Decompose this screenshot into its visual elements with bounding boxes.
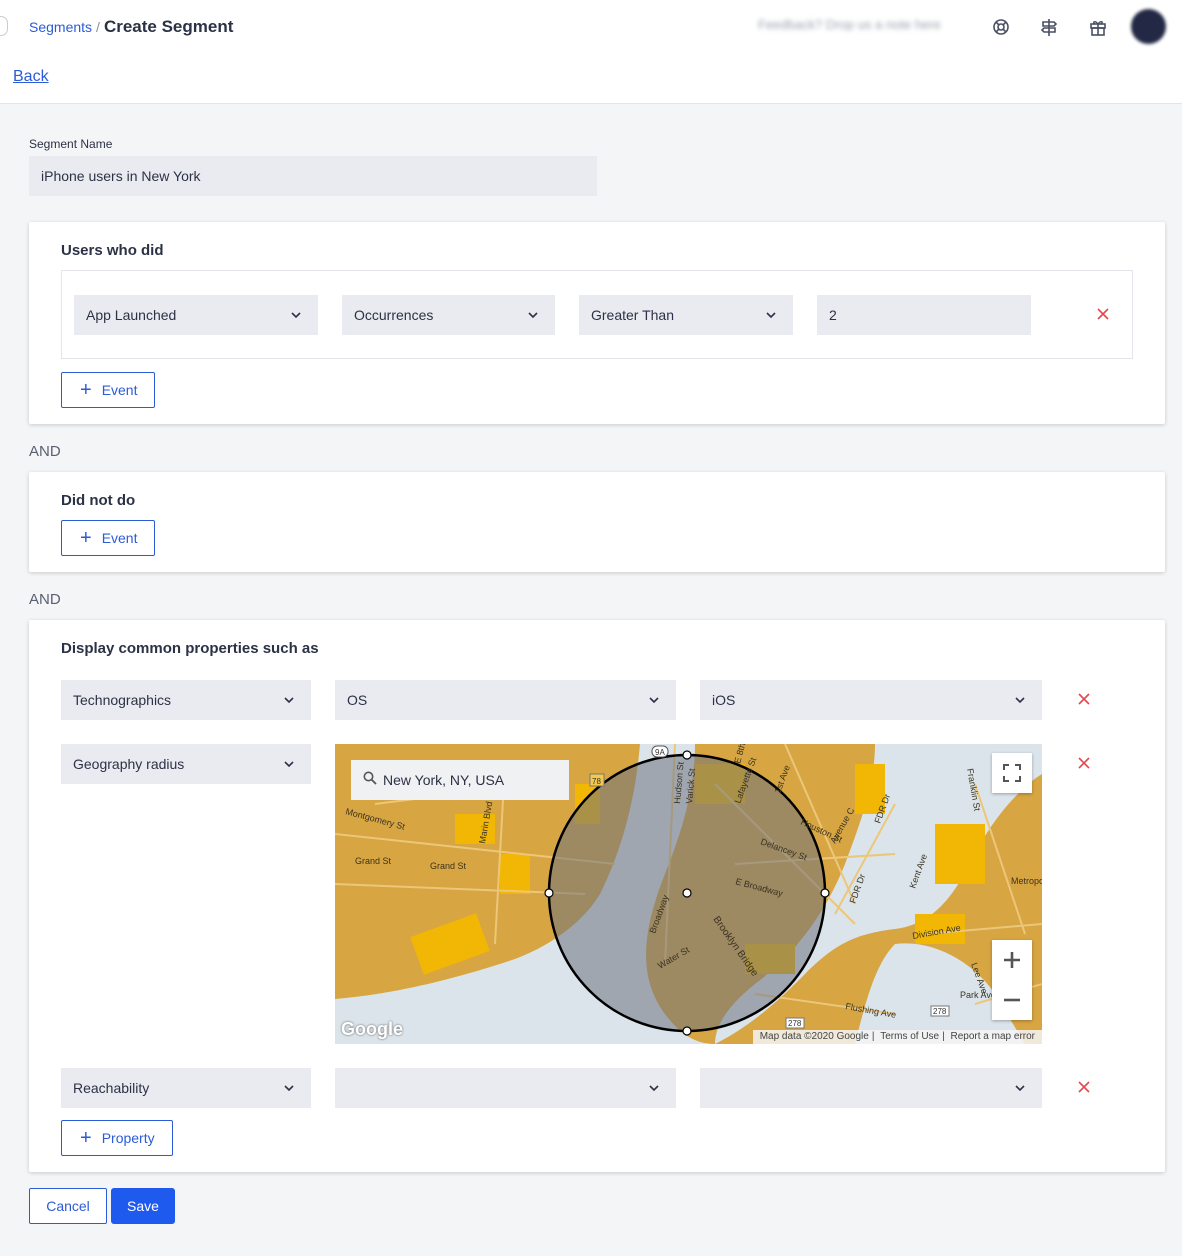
properties-title: Display common properties such as: [61, 640, 319, 657]
fullscreen-icon: [1003, 764, 1021, 782]
property-category-value: Technographics: [73, 692, 172, 708]
sidebar-toggle[interactable]: [0, 16, 8, 36]
map-label: Grand St: [355, 856, 392, 866]
add-event-button[interactable]: + Event: [61, 372, 155, 408]
users-who-did-title: Users who did: [61, 242, 164, 259]
add-property-label: Property: [101, 1130, 155, 1146]
zoom-controls: [992, 940, 1032, 1020]
map-search-value: New York, NY, USA: [383, 772, 505, 788]
map-label: Montgomery St: [344, 806, 406, 832]
zoom-in-icon[interactable]: [992, 940, 1032, 980]
route-shield: 9A: [655, 748, 665, 757]
operator-select[interactable]: Greater Than: [579, 295, 793, 335]
google-logo: Google: [341, 1019, 403, 1039]
route-shield: 278: [788, 1019, 802, 1028]
remove-icon[interactable]: [1077, 692, 1091, 706]
signpost-icon[interactable]: [1037, 15, 1061, 39]
count-value-input[interactable]: 2: [817, 295, 1031, 335]
plus-icon: +: [80, 527, 92, 549]
map-label: Metropol: [1011, 876, 1042, 886]
remove-icon[interactable]: [1096, 307, 1110, 321]
plus-icon: +: [80, 1127, 92, 1149]
property-field-value: OS: [347, 692, 368, 708]
property-category-select[interactable]: Geography radius: [61, 744, 311, 784]
map-label: Park Ave: [960, 990, 996, 1000]
zoom-out-icon[interactable]: [992, 980, 1032, 1020]
report-error-link[interactable]: Report a map error: [951, 1031, 1035, 1042]
feedback-link[interactable]: Feedback? Drop us a note here: [758, 17, 941, 32]
top-bar: Segments / Create Segment Feedback? Drop u…: [0, 0, 1182, 104]
breadcrumb-segments-link[interactable]: Segments: [29, 19, 92, 35]
metric-select[interactable]: Occurrences: [342, 295, 555, 335]
chevron-down-icon: [291, 312, 301, 319]
gift-icon[interactable]: [1086, 15, 1110, 39]
chevron-down-icon: [284, 761, 294, 768]
chevron-down-icon: [649, 697, 659, 704]
operator-select-value: Greater Than: [591, 307, 675, 323]
event-select[interactable]: App Launched: [74, 295, 318, 335]
cancel-button[interactable]: Cancel: [29, 1188, 107, 1224]
segment-name-label: Segment Name: [29, 137, 113, 151]
route-shield: 78: [592, 777, 601, 786]
chevron-down-icon: [766, 312, 776, 319]
and-label: AND: [29, 443, 61, 460]
chevron-down-icon: [649, 1085, 659, 1092]
and-label: AND: [29, 591, 61, 608]
add-property-button[interactable]: + Property: [61, 1120, 173, 1156]
breadcrumb: Segments / Create Segment: [29, 17, 233, 37]
property-value-select[interactable]: iOS: [700, 680, 1042, 720]
did-not-do-title: Did not do: [61, 492, 136, 509]
segment-name-input[interactable]: iPhone users in New York: [29, 156, 597, 196]
map-label: 1st Ave: [772, 764, 791, 795]
remove-icon[interactable]: [1077, 1080, 1091, 1094]
chevron-down-icon: [1015, 1085, 1025, 1092]
property-value-select[interactable]: [700, 1068, 1042, 1108]
chevron-down-icon: [284, 1085, 294, 1092]
map-footer: Map data ©2020 Google | Terms of Use | Rep…: [752, 1030, 1042, 1044]
add-event-label: Event: [101, 530, 138, 546]
property-value-value: iOS: [712, 692, 736, 708]
help-icon[interactable]: [989, 15, 1013, 39]
property-field-select[interactable]: [335, 1068, 676, 1108]
property-category-select[interactable]: Technographics: [61, 680, 311, 720]
route-shield: 278: [933, 1007, 947, 1016]
properties-card: Display common properties such as Techno…: [29, 620, 1165, 1172]
map-label: Grand St: [430, 861, 467, 871]
event-filter-row: App Launched Occurrences Greater Than 2: [61, 270, 1133, 359]
add-event-button[interactable]: + Event: [61, 520, 155, 556]
save-button[interactable]: Save: [111, 1188, 175, 1224]
did-not-do-card: Did not do + Event: [29, 472, 1165, 572]
users-who-did-card: Users who did App Launched Occurrences G…: [29, 222, 1165, 424]
property-category-value: Geography radius: [73, 756, 185, 772]
fullscreen-button[interactable]: [992, 753, 1032, 793]
plus-icon: +: [80, 379, 92, 401]
chevron-down-icon: [1015, 697, 1025, 704]
terms-link[interactable]: Terms of Use: [880, 1031, 939, 1042]
property-field-select[interactable]: OS: [335, 680, 676, 720]
avatar[interactable]: [1131, 9, 1166, 44]
property-category-select[interactable]: Reachability: [61, 1068, 311, 1108]
chevron-down-icon: [528, 312, 538, 319]
remove-icon[interactable]: [1077, 756, 1091, 770]
back-link[interactable]: Back: [13, 68, 49, 86]
breadcrumb-separator: /: [96, 19, 100, 35]
metric-select-value: Occurrences: [354, 307, 434, 323]
property-category-value: Reachability: [73, 1080, 150, 1096]
page-title: Create Segment: [103, 17, 234, 36]
chevron-down-icon: [284, 697, 294, 704]
event-select-value: App Launched: [86, 307, 177, 323]
geography-map[interactable]: Montgomery St Grand St Grand St Marin Bl…: [335, 744, 1042, 1044]
add-event-label: Event: [101, 382, 138, 398]
search-icon: [363, 771, 377, 785]
map-search-input[interactable]: New York, NY, USA: [351, 760, 569, 800]
map-data-attribution: Map data ©2020 Google: [759, 1031, 869, 1042]
